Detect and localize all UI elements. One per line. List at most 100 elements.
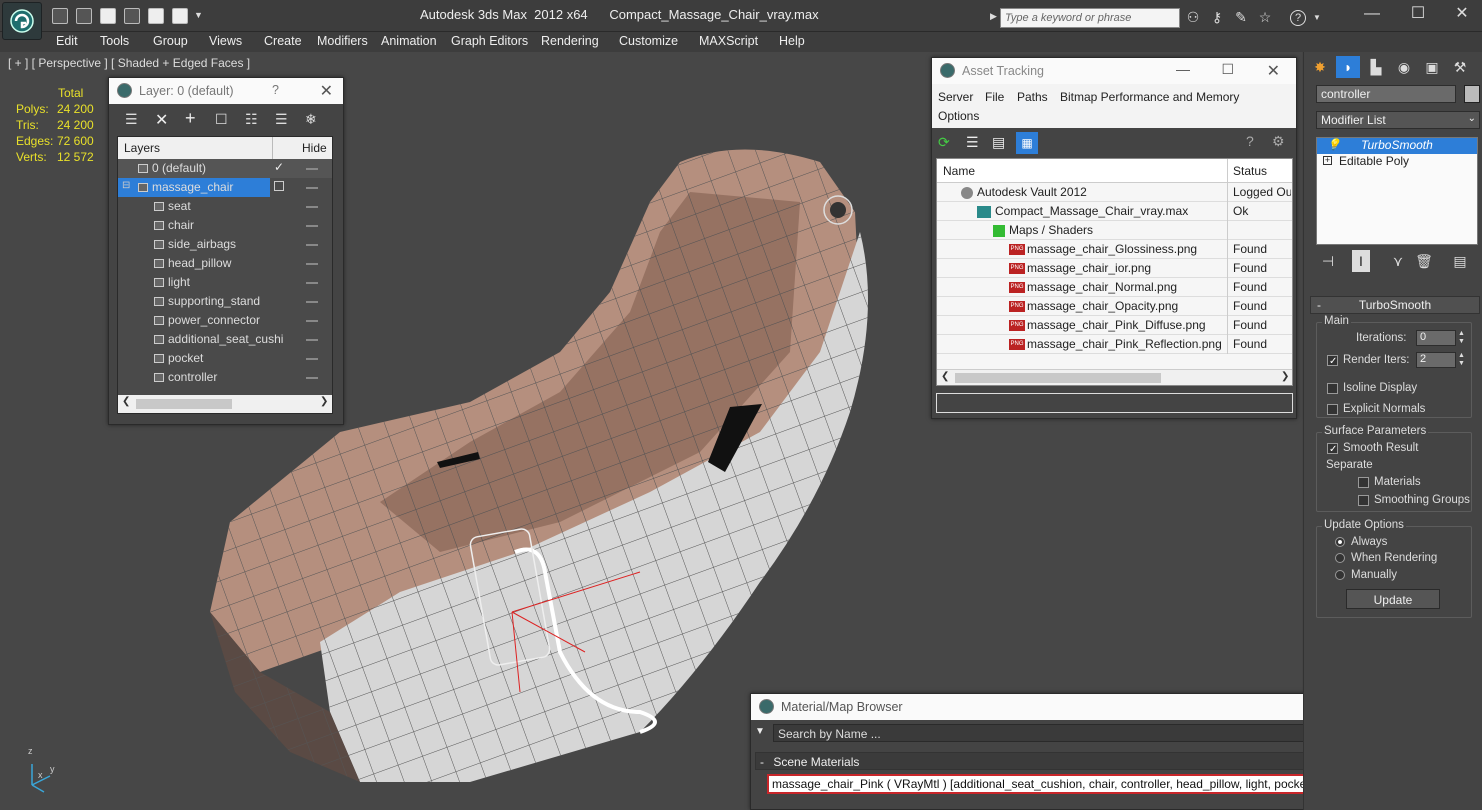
hide-toggle[interactable] [306, 377, 318, 379]
object-row-additional-seat-cushi[interactable]: additional_seat_cushi [118, 330, 332, 349]
redo-icon[interactable] [172, 8, 188, 24]
display-tab-icon[interactable]: ▣ [1420, 56, 1444, 78]
new-scene-icon[interactable] [100, 8, 116, 24]
close-button[interactable]: ✕ [1442, 3, 1482, 25]
object-row-power-connector[interactable]: power_connector [118, 311, 332, 330]
asset-menu-options[interactable]: Options [938, 109, 979, 123]
help-vault-icon[interactable]: ? [1246, 133, 1254, 149]
object-row-head-pillow[interactable]: head_pillow [118, 254, 332, 273]
table-view-icon[interactable]: ▦ [1016, 132, 1038, 154]
object-row-pocket[interactable]: pocket [118, 349, 332, 368]
asset-row[interactable]: PNG massage_chair_Opacity.png Found [937, 297, 1292, 316]
expand-icon[interactable]: + [1323, 156, 1332, 165]
hide-toggle[interactable] [306, 187, 318, 189]
viewport-label[interactable]: [ + ] [ Perspective ] [ Shaded + Edged F… [8, 56, 250, 70]
app-logo-button[interactable] [2, 2, 42, 40]
isoline-checkbox[interactable] [1327, 383, 1338, 394]
menu-views[interactable]: Views [209, 34, 242, 48]
hide-toggle[interactable] [306, 225, 318, 227]
vault-status-icon[interactable]: ⚙ [1272, 133, 1285, 150]
when-rendering-radio[interactable] [1335, 553, 1345, 563]
menu-edit[interactable]: Edit [56, 34, 78, 48]
asset-menu-file[interactable]: File [985, 90, 1004, 104]
layer-row-massage-chair[interactable]: ⊟ massage_chair [118, 178, 332, 197]
modifier-list-dropdown[interactable]: Modifier List ⌄ [1316, 111, 1480, 129]
asset-window-titlebar[interactable]: Asset Tracking — ☐ ✕ [932, 58, 1296, 84]
col-name[interactable]: Name [943, 164, 975, 178]
hide-all-icon[interactable]: ☰ [275, 111, 288, 128]
menu-create[interactable]: Create [264, 34, 302, 48]
materials-checkbox[interactable] [1358, 477, 1369, 488]
menu-tools[interactable]: Tools [100, 34, 129, 48]
asset-close-button[interactable]: ✕ [1267, 61, 1280, 81]
scroll-thumb[interactable] [136, 399, 232, 409]
scroll-right-icon[interactable]: ❯ [1281, 371, 1289, 382]
explicit-normals-checkbox[interactable] [1327, 404, 1338, 415]
refresh-icon[interactable]: ⟳ [938, 134, 950, 151]
render-iters-spinner-arrows-icon[interactable]: ▲ ▼ [1458, 352, 1465, 368]
set-active-box-icon[interactable] [274, 181, 284, 191]
asset-row[interactable]: PNG massage_chair_Glossiness.png Found [937, 240, 1292, 259]
scroll-right-icon[interactable]: ❯ [320, 396, 328, 407]
smoothing-groups-checkbox[interactable] [1358, 495, 1369, 506]
always-radio[interactable] [1335, 537, 1345, 547]
hide-toggle[interactable] [306, 301, 318, 303]
show-end-result-icon[interactable]: I [1352, 250, 1370, 272]
highlight-layer-icon[interactable]: ☷ [245, 111, 258, 128]
hide-toggle[interactable] [306, 244, 318, 246]
hide-toggle[interactable] [306, 282, 318, 284]
make-unique-icon[interactable]: ⋎ [1386, 250, 1410, 272]
stack-item-turbosmooth[interactable]: 💡 TurboSmooth [1317, 138, 1477, 154]
subscription-icon[interactable]: ✎ [1232, 8, 1250, 26]
asset-row[interactable]: PNG massage_chair_Pink_Reflection.png Foun… [937, 335, 1292, 354]
asset-minimize-button[interactable]: — [1176, 61, 1190, 77]
rollout-toggle[interactable]: - [1317, 298, 1321, 312]
add-to-layer-icon[interactable]: + [185, 108, 196, 129]
asset-menu-server[interactable]: Server [938, 90, 973, 104]
hide-toggle[interactable] [306, 168, 318, 170]
asset-row[interactable]: Compact_Massage_Chair_vray.max Ok [937, 202, 1292, 221]
hide-toggle[interactable] [306, 206, 318, 208]
collapse-icon[interactable]: ⊟ [122, 180, 130, 191]
active-layer-check-icon[interactable]: ✓ [274, 160, 284, 174]
hide-toggle[interactable] [306, 339, 318, 341]
col-hide[interactable]: Hide [302, 141, 327, 155]
smooth-result-checkbox[interactable] [1327, 443, 1338, 454]
asset-row[interactable]: PNG massage_chair_Pink_Diffuse.png Found [937, 316, 1292, 335]
maximize-button[interactable]: ☐ [1398, 3, 1438, 25]
binoculars-icon[interactable]: ⚇ [1184, 8, 1202, 26]
layer-row-default[interactable]: 0 (default) ✓ [118, 159, 332, 178]
object-row-seat[interactable]: seat [118, 197, 332, 216]
delete-layer-icon[interactable]: ✕ [155, 110, 168, 130]
layer-window-close-button[interactable]: ✕ [320, 81, 333, 101]
browser-options-dropdown-icon[interactable]: ▼ [755, 726, 765, 737]
manually-radio[interactable] [1335, 570, 1345, 580]
menu-customize[interactable]: Customize [619, 34, 678, 48]
modify-tab-icon[interactable]: ◗ [1336, 56, 1360, 78]
lightbulb-icon[interactable]: 💡 [1327, 138, 1341, 151]
layer-help-button[interactable]: ? [272, 83, 279, 97]
render-iters-checkbox[interactable] [1327, 355, 1338, 366]
object-row-supporting-stand[interactable]: supporting_stand [118, 292, 332, 311]
detail-view-icon[interactable]: ▤ [992, 134, 1005, 151]
configure-sets-icon[interactable]: ▤ [1448, 250, 1472, 272]
asset-row[interactable]: PNG massage_chair_Normal.png Found [937, 278, 1292, 297]
section-collapse-toggle[interactable]: - [760, 755, 764, 769]
quick-access-dropdown-icon[interactable]: ▼ [194, 10, 203, 20]
minimize-button[interactable]: — [1352, 3, 1392, 25]
update-button[interactable]: Update [1346, 589, 1440, 609]
asset-scrollbar[interactable]: ❮ ❯ [937, 369, 1292, 385]
menu-modifiers[interactable]: Modifiers [317, 34, 368, 48]
motion-tab-icon[interactable]: ◉ [1392, 56, 1416, 78]
menu-group[interactable]: Group [153, 34, 188, 48]
menu-graph-editors[interactable]: Graph Editors [451, 34, 528, 48]
scroll-left-icon[interactable]: ❮ [122, 396, 130, 407]
asset-table[interactable]: Name Status Autodesk Vault 2012 Logged Ou… [936, 158, 1293, 386]
create-layer-icon[interactable]: ☰ [125, 111, 138, 128]
object-row-side-airbags[interactable]: side_airbags [118, 235, 332, 254]
remove-modifier-icon[interactable]: 🗑 [1412, 250, 1436, 272]
modifier-stack[interactable]: 💡 TurboSmooth + Editable Poly [1316, 137, 1478, 245]
asset-menu-bitmap[interactable]: Bitmap Performance and Memory [1060, 90, 1239, 104]
select-objects-icon[interactable]: ☐ [215, 111, 228, 128]
utilities-tab-icon[interactable]: ⚒ [1448, 56, 1472, 78]
